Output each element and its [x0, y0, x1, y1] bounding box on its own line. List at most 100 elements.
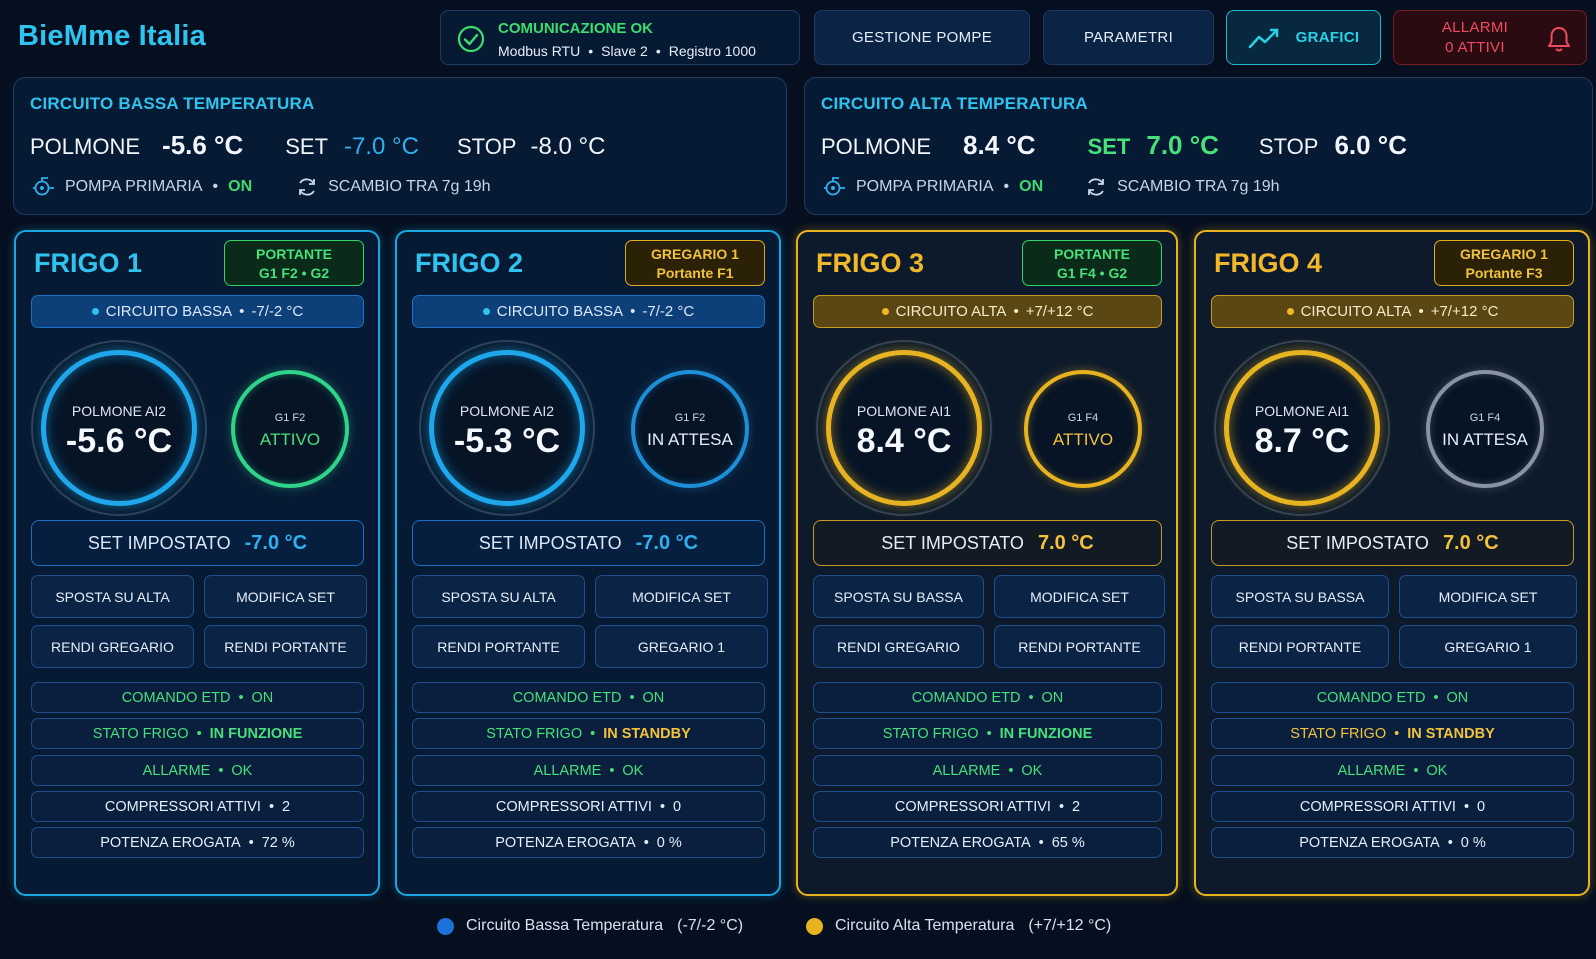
refresh-icon: [1088, 178, 1105, 196]
polmone-gauge: POLMONE AI1 8.7 °C: [1214, 340, 1390, 516]
protocol: Modbus RTU: [498, 43, 581, 59]
circuit-high-status: POMPA PRIMARIA • ON SCAMBIO TRA 7g 19h: [823, 176, 1280, 198]
pump-icon: [33, 177, 54, 196]
compressor-gauge: G1 F2 ATTIVO: [231, 370, 349, 488]
legend-high-dot: [806, 917, 823, 935]
potenza-row: POTENZA EROGATA • 0 %: [1211, 827, 1574, 858]
sposta-circuito-button[interactable]: SPOSTA SU BASSA: [813, 575, 984, 618]
legend-high: Circuito Alta Temperatura (+7/+12 °C): [806, 917, 1111, 935]
etd-value: ON: [251, 689, 274, 706]
parametri-button[interactable]: PARAMETRI: [1043, 10, 1214, 65]
top-bar: BieMme Italia COMUNICAZIONE OK Modbus RT…: [0, 0, 1596, 74]
allarmi-button[interactable]: ALLARMI 0 ATTIVI: [1393, 10, 1587, 65]
allarme-value: OK: [231, 762, 253, 779]
stato-frigo-row: STATO FRIGO • IN STANDBY: [412, 718, 765, 749]
gauge-value: -5.6 °C: [65, 422, 173, 460]
pump-state: ON: [1019, 178, 1044, 195]
change-role-button[interactable]: RENDI GREGARIO: [813, 625, 984, 668]
allarme-value: OK: [1426, 762, 1448, 779]
compressori-value: 0: [1477, 798, 1486, 815]
etd-value: ON: [1041, 689, 1064, 706]
potenza-row: POTENZA EROGATA • 0 %: [412, 827, 765, 858]
stato-frigo-row: STATO FRIGO • IN FUNZIONE: [31, 718, 364, 749]
polmone-gauge: POLMONE AI2 -5.6 °C: [31, 340, 207, 516]
role-badge: GREGARIO 1 Portante F3: [1434, 240, 1574, 286]
set-impostato-value: 7.0 °C: [1037, 531, 1094, 554]
set-impostato-box: SET IMPOSTATO 7.0 °C: [813, 520, 1162, 566]
frigo-title: FRIGO 2: [415, 248, 524, 278]
compressori-value: 0: [673, 798, 682, 815]
change-role-button[interactable]: RENDI PORTANTE: [412, 625, 585, 668]
role-action-button[interactable]: RENDI PORTANTE: [994, 625, 1165, 668]
compressor-gauge: G1 F4 IN ATTESA: [1426, 370, 1544, 488]
stato-value: IN FUNZIONE: [999, 725, 1093, 742]
frigo-title: FRIGO 1: [34, 248, 143, 278]
check-circle-icon: [457, 25, 485, 53]
compressor-label: G1 F4: [1067, 412, 1099, 424]
stato-value: IN FUNZIONE: [209, 725, 303, 742]
circuit-high-title: CIRCUITO ALTA TEMPERATURA: [821, 94, 1088, 113]
compressor-label: G1 F2: [674, 412, 706, 424]
refresh-icon: [299, 178, 316, 196]
role-action-button[interactable]: RENDI PORTANTE: [204, 625, 367, 668]
sposta-circuito-button[interactable]: SPOSTA SU ALTA: [412, 575, 585, 618]
modifica-set-button[interactable]: MODIFICA SET: [204, 575, 367, 618]
potenza-row: POTENZA EROGATA • 65 %: [813, 827, 1162, 858]
modifica-set-button[interactable]: MODIFICA SET: [595, 575, 768, 618]
circuit-dot: [482, 308, 490, 315]
exchange-time: SCAMBIO TRA 7g 19h: [1117, 178, 1280, 195]
circuit-pill: CIRCUITO ALTA • +7/+12 °C: [1211, 295, 1574, 328]
role-action-button[interactable]: GREGARIO 1: [595, 625, 768, 668]
register: Registro 1000: [668, 43, 756, 59]
compressor-label: G1 F4: [1469, 412, 1501, 424]
circuit-low-title: CIRCUITO BASSA TEMPERATURA: [30, 94, 315, 113]
circuit-high-values: POLMONE 8.4 °C SET 7.0 °C STOP 6.0 °C: [821, 130, 1407, 160]
frigo-card-1: FRIGO 1 PORTANTE G1 F2 • G2 CIRCUITO BAS…: [14, 230, 380, 896]
allarme-value: OK: [1021, 762, 1043, 779]
gauge-label: POLMONE AI1: [856, 403, 952, 419]
role-badge: GREGARIO 1 Portante F1: [625, 240, 765, 286]
compressori-row: COMPRESSORI ATTIVI • 0: [412, 791, 765, 822]
compressori-row: COMPRESSORI ATTIVI • 2: [31, 791, 364, 822]
set-impostato-box: SET IMPOSTATO 7.0 °C: [1211, 520, 1574, 566]
circuit-dot: [91, 308, 99, 315]
allarmi-label: ALLARMI 0 ATTIVI: [1441, 18, 1509, 56]
set-impostato-value: -7.0 °C: [244, 531, 308, 554]
stato-frigo-row: STATO FRIGO • IN STANDBY: [1211, 718, 1574, 749]
brand-logo: BieMme Italia: [18, 20, 206, 52]
change-role-button[interactable]: RENDI PORTANTE: [1211, 625, 1389, 668]
circuit-low-panel: CIRCUITO BASSA TEMPERATURA POLMONE -5.6 …: [13, 77, 787, 215]
set-impostato-value: 7.0 °C: [1442, 531, 1499, 554]
potenza-row: POTENZA EROGATA • 72 %: [31, 827, 364, 858]
frigo-title: FRIGO 3: [816, 248, 925, 278]
sposta-circuito-button[interactable]: SPOSTA SU BASSA: [1211, 575, 1389, 618]
modifica-set-button[interactable]: MODIFICA SET: [1399, 575, 1577, 618]
legend-low: Circuito Bassa Temperatura (-7/-2 °C): [437, 917, 743, 935]
modifica-set-button[interactable]: MODIFICA SET: [994, 575, 1165, 618]
communication-title: COMUNICAZIONE OK: [498, 20, 653, 37]
set-impostato-box: SET IMPOSTATO -7.0 °C: [412, 520, 765, 566]
circuit-dot: [1286, 308, 1294, 315]
compressor-gauge: G1 F4 ATTIVO: [1024, 370, 1142, 488]
active-alarm-count: 0 ATTIVI: [1445, 38, 1505, 56]
potenza-value: 0 %: [656, 834, 682, 851]
gestione-pompe-button[interactable]: GESTIONE POMPE: [814, 10, 1030, 65]
compressori-value: 2: [1072, 798, 1081, 815]
allarme-row: ALLARME • OK: [1211, 755, 1574, 786]
compressor-label: G1 F2: [274, 412, 306, 424]
gauge-value: -5.3 °C: [453, 422, 561, 460]
legend-low-dot: [437, 917, 454, 935]
comando-etd-row: COMANDO ETD • ON: [31, 682, 364, 713]
role-action-button[interactable]: GREGARIO 1: [1399, 625, 1577, 668]
chart-trend-icon: [1248, 28, 1278, 48]
change-role-button[interactable]: RENDI GREGARIO: [31, 625, 194, 668]
circuit-high-panel: CIRCUITO ALTA TEMPERATURA POLMONE 8.4 °C…: [804, 77, 1593, 215]
grafici-button[interactable]: GRAFICI: [1226, 10, 1381, 65]
role-badge: PORTANTE G1 F2 • G2: [224, 240, 364, 286]
bell-icon: [1548, 27, 1570, 52]
allarme-row: ALLARME • OK: [412, 755, 765, 786]
comando-etd-row: COMANDO ETD • ON: [813, 682, 1162, 713]
sposta-circuito-button[interactable]: SPOSTA SU ALTA: [31, 575, 194, 618]
compressori-value: 2: [282, 798, 291, 815]
stato-value: IN STANDBY: [603, 725, 691, 742]
